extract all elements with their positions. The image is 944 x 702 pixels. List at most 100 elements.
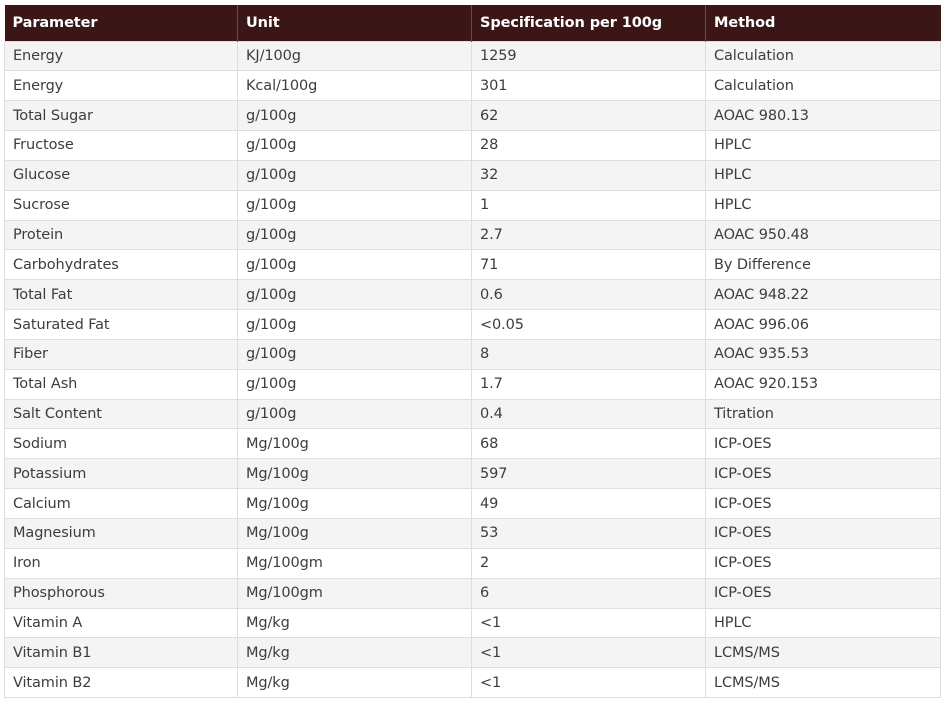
cell-method: ICP-OES (705, 488, 941, 519)
cell-parameter: Saturated Fat (4, 309, 238, 340)
table-row: Energy Kcal/100g 301 Calculation (4, 70, 941, 102)
table-row: Iron Mg/100gm 2 ICP-OES (4, 547, 941, 579)
table-row: Vitamin B2 Mg/kg <1 LCMS/MS (4, 667, 941, 699)
cell-specification: 1259 (471, 40, 706, 72)
cell-specification: 62 (471, 100, 706, 132)
cell-unit: Mg/100g (237, 488, 472, 519)
cell-unit: g/100g (237, 279, 472, 311)
cell-specification: 1.7 (471, 368, 706, 400)
cell-unit: g/100g (237, 130, 472, 161)
cell-parameter: Iron (4, 547, 238, 579)
cell-specification: 597 (471, 458, 706, 490)
cell-parameter: Sucrose (4, 189, 238, 221)
cell-specification: 2 (471, 547, 706, 579)
cell-method: AOAC 935.53 (705, 338, 941, 370)
cell-specification: 6 (471, 577, 706, 609)
cell-method: ICP-OES (705, 577, 941, 609)
cell-method: HPLC (705, 159, 941, 191)
cell-unit: Mg/100g (237, 458, 472, 490)
cell-parameter: Energy (4, 70, 238, 102)
cell-method: By Difference (705, 249, 941, 281)
cell-parameter: Magnesium (4, 518, 238, 549)
table-row: Glucose g/100g 32 HPLC (4, 159, 941, 191)
cell-specification: 28 (471, 130, 706, 161)
table-body: Energy KJ/100g 1259 Calculation Energy Kcal/1… (4, 40, 941, 699)
table-row: Total Fat g/100g 0.6 AOAC 948.22 (4, 279, 941, 311)
cell-specification: <1 (471, 667, 706, 699)
cell-method: AOAC 980.13 (705, 100, 941, 132)
cell-unit: Mg/100gm (237, 577, 472, 609)
cell-method: ICP-OES (705, 428, 941, 460)
cell-specification: 0.6 (471, 279, 706, 311)
cell-method: HPLC (705, 189, 941, 221)
cell-parameter: Potassium (4, 458, 238, 490)
header-parameter: Parameter (4, 5, 238, 41)
cell-method: AOAC 950.48 (705, 219, 941, 251)
cell-unit: Mg/100g (237, 518, 472, 549)
cell-unit: g/100g (237, 338, 472, 370)
cell-unit: Mg/100gm (237, 547, 472, 579)
cell-unit: g/100g (237, 189, 472, 221)
cell-specification: <1 (471, 637, 706, 669)
cell-specification: 68 (471, 428, 706, 460)
cell-parameter: Fructose (4, 130, 238, 161)
cell-method: ICP-OES (705, 547, 941, 579)
cell-parameter: Sodium (4, 428, 238, 460)
cell-parameter: Protein (4, 219, 238, 251)
cell-specification: 8 (471, 338, 706, 370)
cell-unit: g/100g (237, 249, 472, 281)
cell-unit: g/100g (237, 219, 472, 251)
table-row: Phosphorous Mg/100gm 6 ICP-OES (4, 577, 941, 609)
cell-unit: Mg/kg (237, 607, 472, 639)
nutrition-table-container: Parameter Unit Specification per 100g Me… (4, 5, 941, 699)
cell-parameter: Vitamin B1 (4, 637, 238, 669)
cell-parameter: Calcium (4, 488, 238, 519)
header-unit: Unit (237, 5, 472, 41)
cell-unit: g/100g (237, 398, 472, 430)
table-row: Potassium Mg/100g 597 ICP-OES (4, 458, 941, 490)
cell-parameter: Fiber (4, 338, 238, 370)
cell-unit: g/100g (237, 159, 472, 191)
cell-method: ICP-OES (705, 518, 941, 549)
cell-unit: Mg/100g (237, 428, 472, 460)
cell-method: AOAC 920.153 (705, 368, 941, 400)
cell-unit: Kcal/100g (237, 70, 472, 102)
cell-unit: Mg/kg (237, 667, 472, 699)
cell-parameter: Salt Content (4, 398, 238, 430)
cell-parameter: Total Fat (4, 279, 238, 311)
table-row: Sucrose g/100g 1 HPLC (4, 189, 941, 221)
table-row: Vitamin A Mg/kg <1 HPLC (4, 607, 941, 639)
cell-method: Calculation (705, 40, 941, 72)
cell-method: ICP-OES (705, 458, 941, 490)
cell-parameter: Glucose (4, 159, 238, 191)
table-row: Calcium Mg/100g 49 ICP-OES (4, 488, 941, 519)
cell-parameter: Carbohydrates (4, 249, 238, 281)
table-row: Magnesium Mg/100g 53 ICP-OES (4, 518, 941, 549)
cell-unit: KJ/100g (237, 40, 472, 72)
header-specification: Specification per 100g (471, 5, 706, 41)
table-header-row: Parameter Unit Specification per 100g Me… (4, 5, 941, 41)
header-method: Method (714, 14, 776, 31)
cell-specification: 2.7 (471, 219, 706, 251)
table-row: Sodium Mg/100g 68 ICP-OES (4, 428, 941, 460)
table-row: Carbohydrates g/100g 71 By Difference (4, 249, 941, 281)
cell-parameter: Vitamin A (4, 607, 238, 639)
cell-method: AOAC 948.22 (705, 279, 941, 311)
cell-unit: g/100g (237, 309, 472, 340)
cell-method: HPLC (705, 130, 941, 161)
table-row: Total Sugar g/100g 62 AOAC 980.13 (4, 100, 941, 132)
table-row: Total Ash g/100g 1.7 AOAC 920.153 (4, 368, 941, 400)
table-row: Protein g/100g 2.7 AOAC 950.48 (4, 219, 941, 251)
cell-unit: Mg/kg (237, 637, 472, 669)
cell-specification: 0.4 (471, 398, 706, 430)
table-row: Fructose g/100g 28 HPLC (4, 130, 941, 161)
table-row: Energy KJ/100g 1259 Calculation (4, 40, 941, 72)
cell-parameter: Total Sugar (4, 100, 238, 132)
cell-unit: g/100g (237, 368, 472, 400)
cell-method: AOAC 996.06 (705, 309, 941, 340)
cell-method: LCMS/MS (705, 667, 941, 699)
cell-specification: 32 (471, 159, 706, 191)
cell-parameter: Vitamin B2 (4, 667, 238, 699)
cell-specification: <1 (471, 607, 706, 639)
cell-specification: 301 (471, 70, 706, 102)
